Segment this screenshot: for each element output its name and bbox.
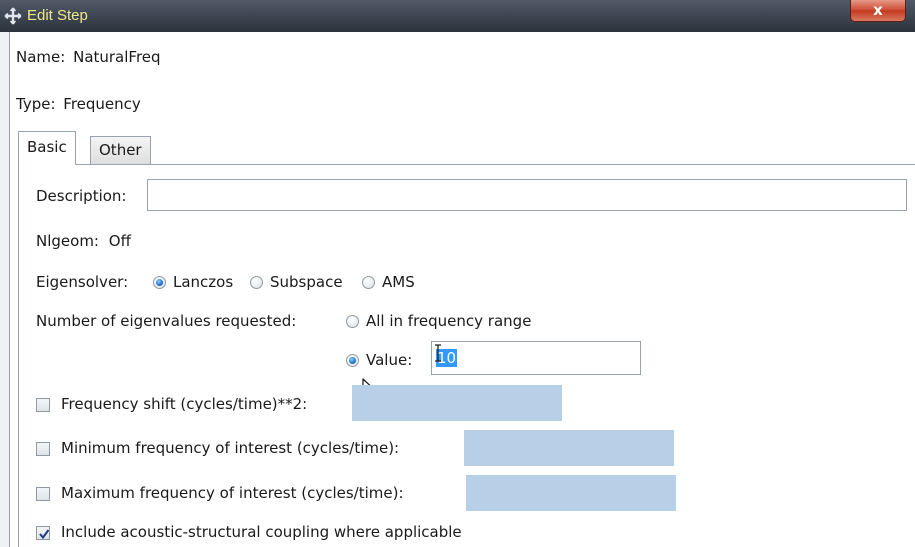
all-in-range-radio[interactable] bbox=[346, 315, 359, 328]
name-label: Name: bbox=[16, 48, 66, 66]
nlgeom-label: Nlgeom: bbox=[36, 232, 99, 250]
dialog-body: Name: NaturalFreq Type: Frequency Basic … bbox=[9, 32, 915, 547]
num-eigen-label: Number of eigenvalues requested: bbox=[36, 312, 297, 330]
freq-shift-checkbox[interactable] bbox=[36, 398, 50, 412]
edit-step-dialog: Edit Step x Name: NaturalFreq Type: Freq… bbox=[0, 0, 915, 547]
type-value: Frequency bbox=[63, 95, 141, 113]
value-radio[interactable] bbox=[346, 354, 359, 367]
eigensolver-lanczos-radio[interactable] bbox=[153, 276, 166, 289]
tab-basic[interactable]: Basic bbox=[18, 131, 76, 165]
freq-shift-input[interactable] bbox=[352, 385, 562, 421]
name-value: NaturalFreq bbox=[73, 48, 161, 66]
max-freq-input[interactable] bbox=[466, 475, 676, 511]
acoustic-coupling-checkbox[interactable] bbox=[36, 526, 50, 540]
nlgeom-row: Nlgeom: Off bbox=[36, 232, 131, 250]
value-input[interactable]: 10 bbox=[431, 341, 641, 375]
app-icon bbox=[4, 7, 22, 25]
min-freq-label[interactable]: Minimum frequency of interest (cycles/ti… bbox=[61, 439, 399, 457]
max-freq-checkbox[interactable] bbox=[36, 487, 50, 501]
freq-shift-label[interactable]: Frequency shift (cycles/time)**2: bbox=[61, 395, 307, 413]
description-label: Description: bbox=[36, 187, 127, 205]
max-freq-label[interactable]: Maximum frequency of interest (cycles/ti… bbox=[61, 484, 404, 502]
acoustic-coupling-label[interactable]: Include acoustic-structural coupling whe… bbox=[61, 523, 462, 541]
description-input[interactable] bbox=[147, 179, 907, 211]
tab-other-label: Other bbox=[99, 141, 142, 159]
name-row: Name: NaturalFreq bbox=[16, 48, 161, 66]
type-label: Type: bbox=[16, 95, 56, 113]
text-caret-icon bbox=[435, 344, 441, 362]
eigensolver-ams-radio[interactable] bbox=[362, 276, 375, 289]
all-in-range-label[interactable]: All in frequency range bbox=[366, 312, 531, 330]
eigensolver-subspace-label[interactable]: Subspace bbox=[270, 273, 343, 291]
checkmark-icon bbox=[39, 529, 50, 540]
close-button[interactable]: x bbox=[850, 0, 906, 22]
tab-other[interactable]: Other bbox=[90, 136, 151, 165]
min-freq-checkbox[interactable] bbox=[36, 442, 50, 456]
min-freq-input[interactable] bbox=[464, 430, 674, 466]
eigensolver-lanczos-label[interactable]: Lanczos bbox=[173, 273, 233, 291]
eigensolver-label: Eigensolver: bbox=[36, 273, 129, 291]
nlgeom-value: Off bbox=[108, 232, 131, 250]
tab-basic-label: Basic bbox=[27, 138, 67, 156]
eigensolver-subspace-radio[interactable] bbox=[250, 276, 263, 289]
type-row: Type: Frequency bbox=[16, 95, 141, 113]
value-label[interactable]: Value: bbox=[366, 351, 412, 369]
close-icon: x bbox=[873, 1, 883, 19]
eigensolver-ams-label[interactable]: AMS bbox=[382, 273, 415, 291]
window-title: Edit Step bbox=[27, 7, 88, 24]
title-bar[interactable]: Edit Step x bbox=[0, 0, 915, 32]
